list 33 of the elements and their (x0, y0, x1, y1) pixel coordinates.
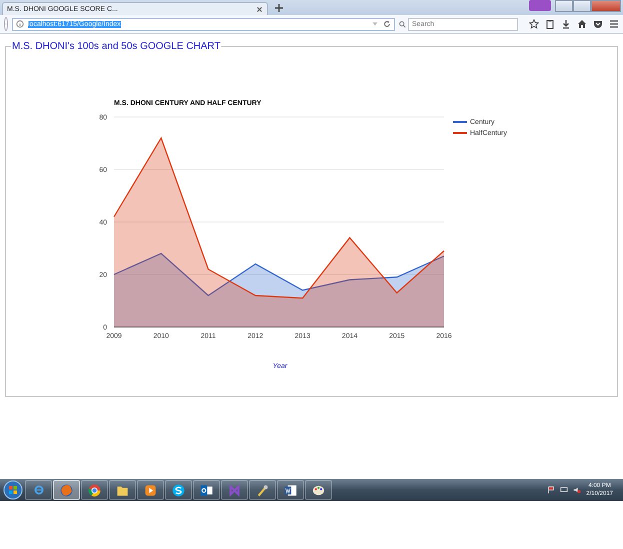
document-icon (284, 484, 297, 496)
folder-icon (116, 484, 129, 496)
taskbar-app-button[interactable] (249, 480, 276, 500)
home-icon[interactable] (577, 19, 587, 29)
close-icon[interactable] (256, 6, 263, 12)
reload-icon[interactable] (383, 20, 391, 28)
pocket-icon[interactable] (593, 19, 603, 29)
search-icon (399, 20, 406, 28)
taskbar-app-button[interactable] (109, 480, 136, 500)
taskbar-app-button[interactable] (277, 480, 304, 500)
taskbar-app-button[interactable] (165, 480, 192, 500)
start-orb-icon[interactable] (2, 480, 24, 500)
download-icon[interactable] (561, 19, 571, 29)
star-icon[interactable] (529, 19, 539, 29)
taskbar-app-button[interactable] (305, 480, 332, 500)
clipboard-icon[interactable] (545, 19, 555, 29)
taskbar-app-button[interactable] (137, 480, 164, 500)
wrench-icon (256, 484, 269, 496)
network-icon[interactable] (560, 486, 568, 494)
menu-icon[interactable] (609, 19, 619, 29)
speaker-icon[interactable] (573, 486, 582, 494)
taskbar-app-button[interactable] (81, 480, 108, 500)
play-icon (144, 484, 157, 496)
letter-s-icon (172, 484, 185, 496)
mail-icon (200, 484, 213, 496)
taskbar-app-button[interactable] (193, 480, 220, 500)
flag-icon[interactable] (547, 486, 556, 494)
circle-logo-icon (88, 484, 101, 496)
plus-icon[interactable] (274, 3, 284, 13)
taskbar-app-button[interactable] (53, 480, 80, 500)
palette-icon (312, 484, 325, 496)
panel-legend: M.S. DHONI's 100s and 50s GOOGLE CHART (11, 41, 222, 52)
info-icon (16, 20, 24, 28)
